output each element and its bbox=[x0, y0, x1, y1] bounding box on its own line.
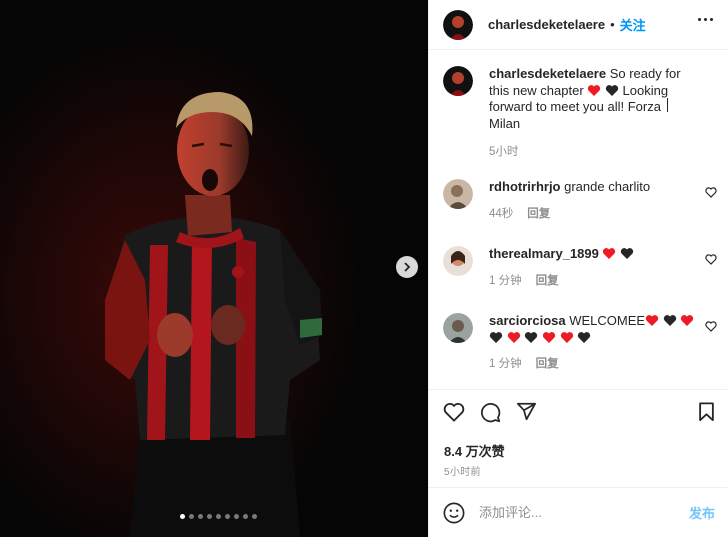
comment-time: 1 分钟 bbox=[489, 274, 522, 287]
red-heart-icon bbox=[645, 315, 659, 326]
like-count[interactable]: 8.4 万次赞 bbox=[444, 441, 505, 460]
post-details-panel: charlesdeketelaere • 关注 charlesdeketelae… bbox=[428, 0, 727, 537]
caption: charlesdeketelaere So ready for this new… bbox=[443, 66, 717, 161]
red-heart-icon bbox=[681, 315, 694, 326]
comment-input[interactable] bbox=[479, 505, 659, 520]
reply-button[interactable]: 回复 bbox=[536, 273, 559, 290]
like-comment-heart-icon[interactable] bbox=[705, 321, 717, 332]
post-media[interactable] bbox=[0, 0, 428, 537]
like-heart-icon[interactable] bbox=[443, 402, 465, 422]
post-header: charlesdeketelaere • 关注 bbox=[429, 0, 727, 50]
red-heart-icon bbox=[588, 84, 601, 96]
carousel-next-button[interactable] bbox=[396, 256, 418, 278]
carousel-dot bbox=[179, 514, 185, 519]
comment-item: sarciorciosa WELCOMEE 1 分钟 回复 bbox=[443, 313, 717, 373]
comment-time: 1 分钟 bbox=[489, 358, 522, 370]
author-username[interactable]: charlesdeketelaere bbox=[488, 17, 605, 32]
comment-username[interactable]: sarciorciosa bbox=[489, 313, 566, 328]
share-paper-plane-icon[interactable] bbox=[516, 402, 537, 421]
black-heart-icon bbox=[605, 84, 619, 96]
black-heart-icon bbox=[577, 331, 591, 343]
separator-dot: • bbox=[610, 17, 615, 32]
carousel-dot bbox=[188, 514, 194, 519]
carousel-dot bbox=[233, 514, 239, 519]
comment-item: therealmary_1899 1 分钟 回复 bbox=[443, 246, 717, 289]
commenter-avatar[interactable] bbox=[443, 179, 473, 209]
post-comment-button[interactable]: 发布 bbox=[689, 503, 715, 522]
red-heart-icon bbox=[507, 331, 520, 343]
chevron-right-icon bbox=[404, 262, 411, 272]
comment-bubble-icon[interactable] bbox=[480, 402, 501, 423]
comment-text: WELCOMEE bbox=[569, 313, 646, 328]
reply-button[interactable]: 回复 bbox=[527, 206, 550, 223]
black-heart-icon bbox=[620, 248, 634, 259]
comment-item: rdhotrirhrjo grande charlito 44秒 回复 bbox=[443, 179, 717, 222]
carousel-dot bbox=[215, 514, 221, 519]
comment-username[interactable]: rdhotrirhrjo bbox=[489, 179, 561, 194]
like-comment-heart-icon[interactable] bbox=[705, 254, 717, 265]
comment-text: grande charlito bbox=[564, 179, 651, 194]
save-bookmark-icon[interactable] bbox=[698, 402, 715, 422]
caption-time: 5小时 bbox=[489, 146, 519, 158]
player-photo bbox=[0, 0, 428, 537]
add-comment-bar: 发布 bbox=[429, 487, 727, 537]
like-comment-heart-icon[interactable] bbox=[705, 187, 717, 198]
carousel-dot bbox=[251, 514, 257, 519]
carousel-dot bbox=[197, 514, 203, 519]
carousel-dot bbox=[224, 514, 230, 519]
red-heart-icon bbox=[560, 331, 573, 343]
black-heart-icon bbox=[663, 315, 676, 326]
emoji-smiley-icon[interactable] bbox=[443, 502, 465, 524]
caption-username[interactable]: charlesdeketelaere bbox=[489, 66, 606, 81]
red-heart-icon bbox=[542, 331, 556, 343]
post-actions: 8.4 万次赞 5小时前 bbox=[429, 389, 727, 487]
red-heart-icon bbox=[603, 248, 616, 259]
author-avatar[interactable] bbox=[443, 9, 473, 40]
comment-time: 44秒 bbox=[489, 207, 514, 220]
commenter-avatar[interactable] bbox=[443, 313, 473, 343]
carousel-dot bbox=[206, 514, 212, 519]
post-time: 5小时前 bbox=[444, 467, 481, 478]
commenter-avatar[interactable] bbox=[443, 246, 473, 276]
comment-list[interactable]: charlesdeketelaere So ready for this new… bbox=[429, 51, 727, 389]
carousel-indicator bbox=[0, 514, 428, 519]
follow-button[interactable]: 关注 bbox=[620, 15, 646, 34]
reply-button[interactable]: 回复 bbox=[536, 356, 559, 373]
text-cursor bbox=[667, 98, 668, 112]
more-options-icon[interactable] bbox=[698, 18, 713, 21]
author-avatar[interactable] bbox=[443, 66, 473, 96]
comment-username[interactable]: therealmary_1899 bbox=[489, 246, 599, 261]
black-heart-icon bbox=[525, 331, 538, 343]
black-heart-icon bbox=[489, 331, 503, 343]
carousel-dot bbox=[242, 514, 248, 519]
